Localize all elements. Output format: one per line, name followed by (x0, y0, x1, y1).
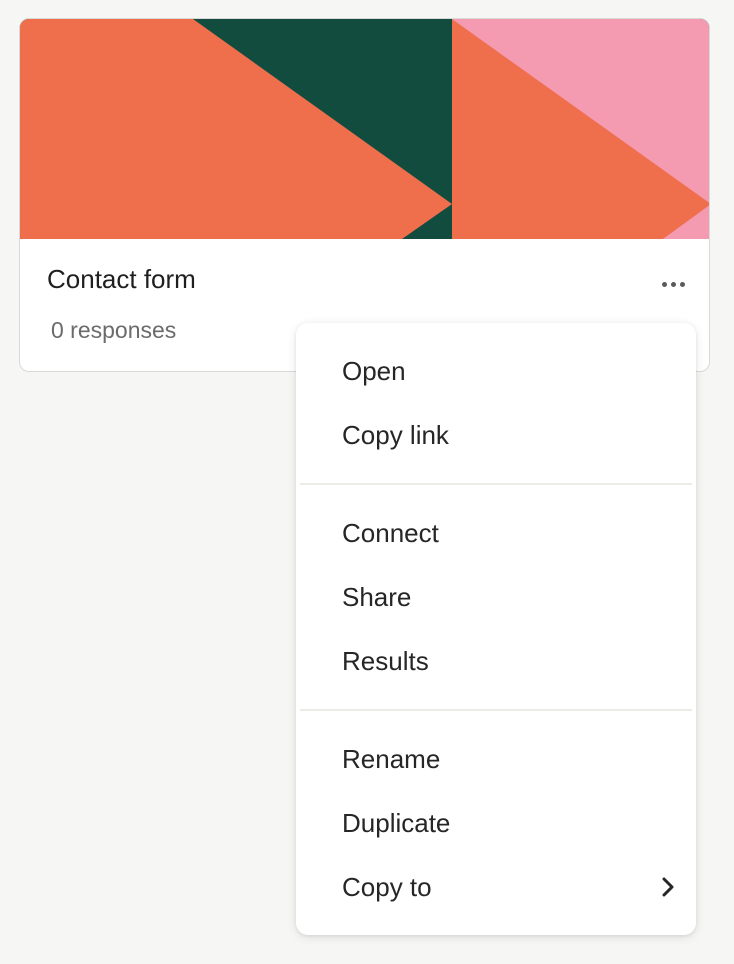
form-card[interactable]: Contact form 0 responses (19, 18, 710, 372)
more-horizontal-icon (661, 281, 667, 287)
menu-item-duplicate[interactable]: Duplicate (296, 793, 696, 853)
menu-item-connect[interactable]: Connect (296, 503, 696, 563)
cover-image (20, 19, 709, 239)
menu-divider (300, 709, 692, 711)
more-horizontal-icon (670, 281, 676, 287)
context-menu: Open Copy link Connect Share Results Ren… (296, 323, 696, 935)
menu-item-results[interactable]: Results (296, 631, 696, 691)
menu-item-copy-to-label: Copy to (342, 872, 432, 902)
more-options-button[interactable] (650, 267, 696, 301)
menu-item-share[interactable]: Share (296, 567, 696, 627)
menu-item-copy-link[interactable]: Copy link (296, 405, 696, 465)
more-horizontal-icon (679, 281, 685, 287)
menu-item-open[interactable]: Open (296, 341, 696, 401)
menu-divider (300, 483, 692, 485)
chevron-right-icon (662, 877, 674, 897)
menu-item-copy-to[interactable]: Copy to (296, 857, 696, 917)
form-title: Contact form (47, 264, 196, 294)
menu-item-rename[interactable]: Rename (296, 729, 696, 789)
responses-count: 0 responses (51, 317, 177, 343)
